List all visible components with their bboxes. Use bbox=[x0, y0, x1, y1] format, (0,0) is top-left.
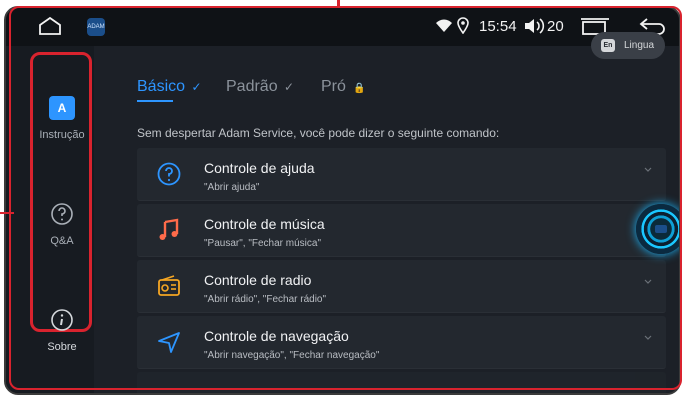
annotation-marker-left bbox=[0, 212, 14, 214]
tab-basico[interactable]: Básico ✓ bbox=[137, 78, 202, 102]
check-icon: ✓ bbox=[284, 80, 295, 94]
location-pin-icon bbox=[457, 17, 469, 34]
instruction-a-icon: A bbox=[49, 96, 75, 120]
sidebar-item-label: Q&A bbox=[50, 235, 74, 247]
description-text: Sem despertar Adam Service, você pode di… bbox=[137, 126, 500, 140]
info-circle-icon bbox=[51, 309, 73, 331]
sidebar-item-sobre[interactable]: Sobre bbox=[26, 308, 98, 353]
language-label: Lingua bbox=[624, 40, 655, 51]
command-row-radio[interactable]: Controle de radio "Abrir rádio", "Fechar… bbox=[137, 260, 666, 313]
command-example: "Abrir rádio", "Fechar rádio" bbox=[204, 294, 327, 305]
chevron-down-icon[interactable] bbox=[644, 334, 652, 342]
command-row-musica[interactable]: Controle de música "Pausar", "Fechar mús… bbox=[137, 204, 666, 257]
command-example: "Pausar", "Fechar música" bbox=[204, 238, 322, 249]
wifi-icon bbox=[436, 19, 452, 32]
navigation-arrow-icon bbox=[158, 332, 180, 353]
screen-frame: ADAM 15:54 20 A Instrução Q&A Sobre Bási… bbox=[4, 6, 681, 395]
question-circle-icon bbox=[51, 203, 73, 225]
clock-time: 15:54 bbox=[479, 18, 517, 35]
command-title: Controle de radio bbox=[204, 272, 312, 288]
check-icon: ✓ bbox=[191, 80, 202, 94]
tab-padrao[interactable]: Padrão ✓ bbox=[226, 78, 294, 96]
language-en-icon: En bbox=[601, 39, 615, 52]
command-title: Controle de música bbox=[204, 216, 325, 232]
volume-icon[interactable] bbox=[524, 17, 546, 35]
chevron-down-icon[interactable] bbox=[644, 166, 652, 174]
chevron-down-icon[interactable] bbox=[644, 278, 652, 286]
help-circle-icon bbox=[157, 162, 181, 186]
command-example: "Abrir navegação", "Fechar navegação" bbox=[204, 350, 380, 361]
command-row-ajuda[interactable]: Controle de ajuda "Abrir ajuda" bbox=[137, 148, 666, 201]
sidebar-item-qa[interactable]: Q&A bbox=[26, 202, 98, 247]
tab-label: Básico bbox=[137, 78, 186, 95]
command-title: Controle de ajuda bbox=[204, 160, 315, 176]
tab-label: Padrão bbox=[226, 78, 278, 95]
tab-pro[interactable]: Pró 🔒 bbox=[321, 78, 366, 96]
tab-label: Pró bbox=[321, 78, 346, 95]
sidebar-highlight-box bbox=[30, 52, 92, 332]
radio-icon bbox=[158, 275, 180, 296]
assistant-logo-icon bbox=[655, 225, 667, 233]
volume-level: 20 bbox=[547, 18, 564, 35]
command-row-partial[interactable] bbox=[137, 372, 666, 393]
sidebar-item-label: Instrução bbox=[39, 129, 85, 141]
sidebar-item-instrucao[interactable]: A Instrução bbox=[26, 96, 98, 141]
sidebar-item-label: Sobre bbox=[47, 341, 77, 353]
language-button[interactable]: En Lingua bbox=[591, 32, 665, 59]
voice-assistant-button[interactable] bbox=[636, 204, 679, 254]
status-bar: ADAM 15:54 20 bbox=[6, 8, 679, 46]
command-row-navegacao[interactable]: Controle de navegação "Abrir navegação",… bbox=[137, 316, 666, 369]
command-title: Controle de navegação bbox=[204, 328, 349, 344]
command-example: "Abrir ajuda" bbox=[204, 182, 260, 193]
active-tab-indicator bbox=[137, 100, 173, 102]
app-logo-icon[interactable]: ADAM bbox=[87, 18, 105, 36]
home-icon[interactable] bbox=[38, 16, 62, 36]
music-note-icon bbox=[159, 218, 179, 240]
lock-icon: 🔒 bbox=[353, 83, 366, 94]
